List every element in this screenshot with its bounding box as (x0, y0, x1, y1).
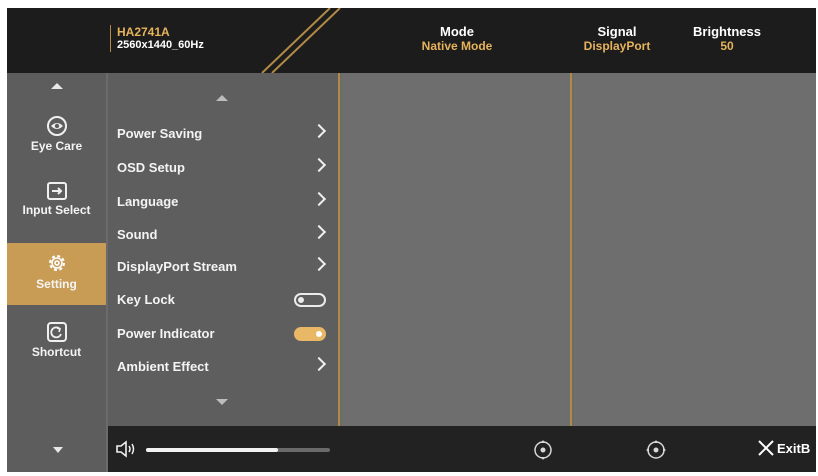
model-name: HA2741A (117, 25, 170, 39)
key-lock-toggle[interactable] (294, 293, 326, 307)
toggle-knob (298, 297, 304, 303)
status-signal: Signal DisplayPort (567, 24, 667, 54)
chevron-right-icon (311, 224, 327, 240)
close-icon[interactable] (757, 439, 775, 457)
nav-item-shortcut[interactable]: Shortcut (7, 317, 106, 371)
menu-item-label: Ambient Effect (117, 359, 209, 374)
menu-item-label: OSD Setup (117, 160, 185, 175)
menu-item-power-saving[interactable]: Power Saving (108, 118, 338, 148)
status-brightness-label: Brightness (693, 24, 761, 39)
chevron-right-icon (311, 157, 327, 173)
nav-item-setting-label: Setting (36, 277, 77, 291)
status-signal-value: DisplayPort (583, 39, 651, 53)
power-indicator-toggle[interactable] (294, 327, 326, 341)
menu-scroll-down-icon[interactable] (216, 399, 228, 405)
menu-item-language[interactable]: Language (108, 186, 338, 216)
status-mode: Mode Native Mode (407, 24, 507, 54)
gear-icon (48, 255, 65, 271)
eye-care-icon (46, 116, 67, 136)
shortcut-icon (46, 322, 67, 342)
menu-item-label: Language (117, 194, 179, 209)
menu-item-sound[interactable]: Sound (108, 219, 338, 249)
menu-scroll-up-icon[interactable] (216, 95, 228, 101)
menu-item-label: Key Lock (117, 292, 175, 307)
chevron-right-icon (311, 191, 327, 207)
menu-item-label: Power Saving (117, 126, 203, 141)
osd-header: HA2741A 2560x1440_60Hz Mode Native Mode … (7, 8, 816, 73)
category-nav: Eye Care Input Select Setting Shortcut (7, 73, 106, 472)
nav-item-input-select-label: Input Select (22, 203, 91, 217)
nav-scroll-down-icon[interactable] (53, 447, 63, 453)
joystick-move-icon (534, 440, 552, 460)
toggle-knob (316, 331, 322, 337)
setting-menu: Power Saving OSD Setup Language Sound Di… (108, 73, 340, 426)
model-resolution: 2560x1440_60Hz (117, 39, 204, 51)
status-brightness: Brightness 50 (677, 24, 777, 54)
osd-bottom-bar: ExitB (108, 426, 816, 472)
submenu-panel (342, 73, 572, 426)
input-select-icon (46, 182, 67, 200)
menu-item-label: Sound (117, 227, 158, 242)
chevron-right-icon (311, 356, 327, 372)
menu-item-power-indicator[interactable]: Power Indicator (108, 318, 338, 348)
chevron-right-icon (311, 123, 327, 139)
nav-item-eye-care-label: Eye Care (30, 139, 83, 153)
header-divider-slash (261, 8, 341, 73)
menu-item-osd-setup[interactable]: OSD Setup (108, 152, 338, 182)
chevron-right-icon (311, 256, 327, 272)
menu-item-label: Power Indicator (117, 326, 215, 341)
menu-item-key-lock[interactable]: Key Lock (108, 284, 338, 314)
menu-item-label: DisplayPort Stream (117, 259, 237, 274)
nav-item-input-select[interactable]: Input Select (7, 177, 106, 231)
status-brightness-value: 50 (720, 39, 734, 53)
status-signal-label: Signal (597, 24, 637, 39)
nav-item-setting[interactable]: Setting (7, 243, 106, 305)
model-info: HA2741A 2560x1440_60Hz (110, 25, 204, 52)
status-mode-value: Native Mode (421, 39, 493, 53)
menu-item-ambient-effect[interactable]: Ambient Effect (108, 351, 338, 381)
volume-slider[interactable] (146, 448, 330, 452)
volume-slider-fill (146, 448, 279, 452)
nav-item-eye-care[interactable]: Eye Care (7, 111, 106, 165)
joystick-select-icon (646, 440, 666, 459)
nav-scroll-up-icon[interactable] (51, 83, 63, 89)
status-mode-label: Mode (440, 24, 474, 39)
speaker-icon (116, 440, 135, 458)
option-panel (574, 73, 816, 426)
nav-item-shortcut-label: Shortcut (31, 345, 82, 359)
osd-window: HA2741A 2560x1440_60Hz Mode Native Mode … (7, 8, 816, 472)
exit-label[interactable]: ExitB (777, 441, 810, 456)
menu-item-displayport-stream[interactable]: DisplayPort Stream (108, 251, 338, 281)
